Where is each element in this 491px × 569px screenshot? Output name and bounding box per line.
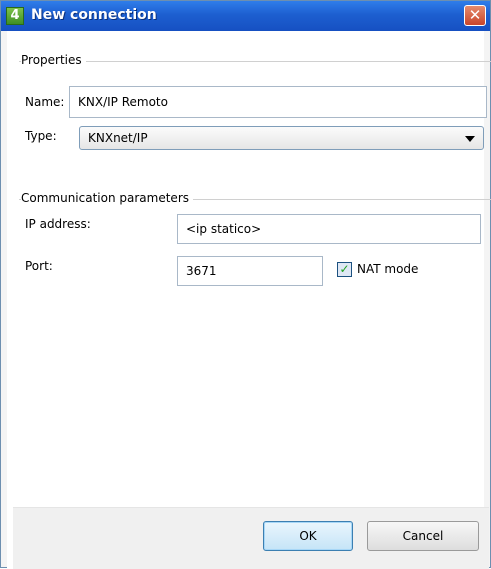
type-label: Type: — [25, 129, 57, 143]
new-connection-dialog: 4 New connection ✕ Properties Name: KNX/… — [0, 0, 491, 569]
nat-mode-checkbox[interactable]: ✓ — [337, 262, 352, 277]
close-icon: ✕ — [468, 6, 482, 24]
dialog-footer: OK Cancel — [13, 508, 489, 569]
type-select-value: KNXnet/IP — [88, 131, 148, 145]
port-value: 3671 — [186, 264, 217, 278]
port-input[interactable]: 3671 — [177, 256, 323, 286]
title-bar[interactable]: 4 New connection ✕ — [1, 1, 490, 31]
properties-group-label: Properties — [21, 53, 86, 67]
chevron-down-icon — [465, 136, 475, 142]
name-input-value: KNX/IP Remoto — [78, 95, 168, 109]
dialog-title: New connection — [31, 7, 157, 23]
properties-group-line — [19, 61, 491, 62]
ip-address-input[interactable]: <ip statico> — [177, 214, 481, 244]
name-label: Name: — [25, 95, 65, 109]
ip-address-label: IP address: — [25, 217, 91, 231]
ok-button[interactable]: OK — [263, 521, 353, 551]
cancel-button[interactable]: Cancel — [367, 521, 479, 551]
app-icon: 4 — [6, 7, 24, 25]
type-select[interactable]: KNXnet/IP — [79, 126, 484, 150]
communication-group-label: Communication parameters — [21, 191, 193, 205]
close-button[interactable]: ✕ — [464, 5, 486, 26]
port-label: Port: — [25, 259, 53, 273]
name-input[interactable]: KNX/IP Remoto — [69, 86, 487, 118]
dialog-body: Properties Name: KNX/IP Remoto Type: KNX… — [7, 31, 491, 569]
nat-mode-label[interactable]: NAT mode — [357, 262, 418, 276]
ip-address-value: <ip statico> — [186, 222, 262, 236]
check-icon: ✓ — [339, 262, 350, 276]
